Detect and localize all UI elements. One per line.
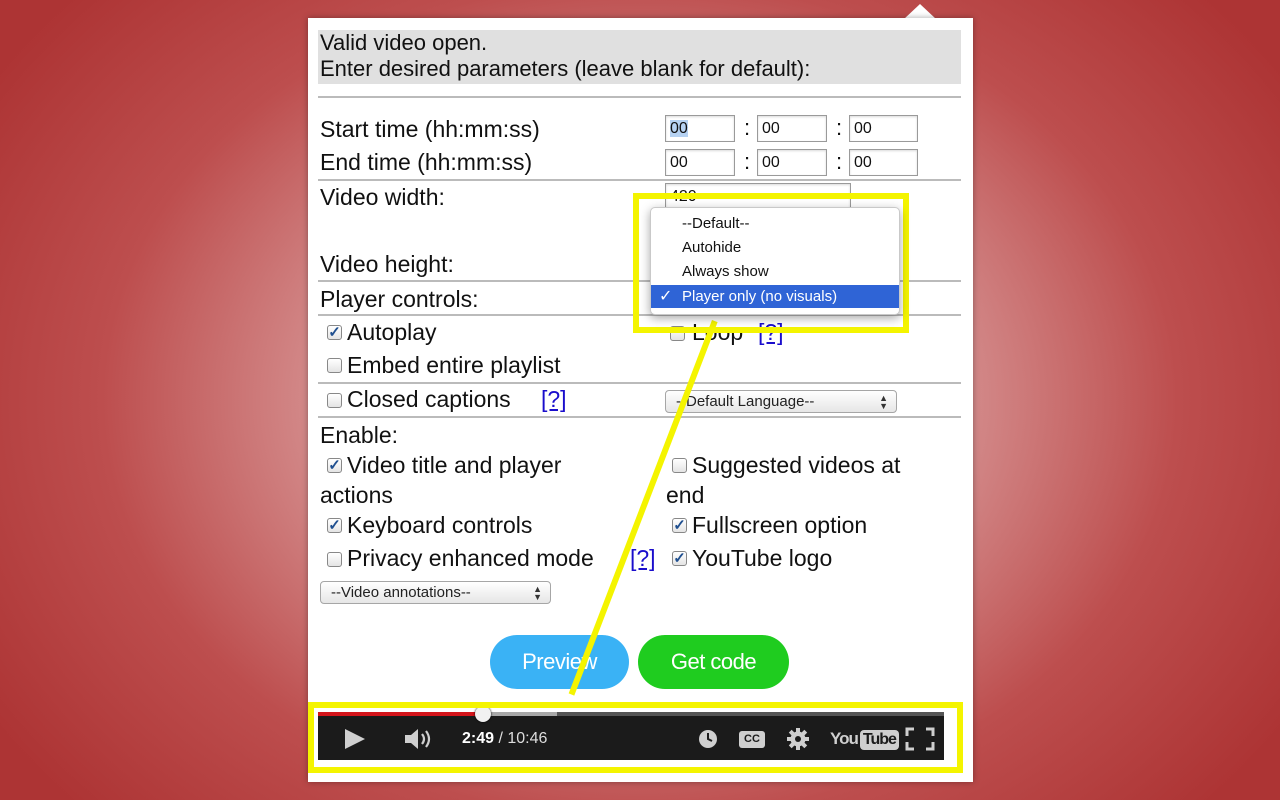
- keyboard-label: Keyboard controls: [347, 512, 533, 538]
- chevron-updown-icon: ▲ ▼: [879, 393, 888, 411]
- logo-label: YouTube logo: [692, 545, 833, 571]
- playlist-label: Embed entire playlist: [347, 352, 561, 378]
- annotations-select-value: --Video annotations--: [331, 584, 471, 601]
- captions-checkbox[interactable]: [327, 393, 342, 408]
- divider: [318, 382, 961, 384]
- checkmark-icon: ✓: [673, 550, 686, 567]
- enable-label: Enable:: [320, 422, 399, 448]
- dropdown-option-default[interactable]: --Default--: [651, 212, 899, 235]
- language-select[interactable]: --Default Language-- ▲ ▼: [665, 390, 897, 413]
- end-minutes-input[interactable]: 00: [757, 149, 827, 176]
- divider: [318, 416, 961, 418]
- captions-label: Closed captions: [347, 386, 511, 412]
- popup-arrow: [904, 4, 936, 19]
- video-width-label: Video width:: [320, 184, 445, 210]
- end-time-label: End time (hh:mm:ss): [320, 149, 533, 175]
- privacy-label: Privacy enhanced mode: [347, 545, 594, 571]
- captions-help-link[interactable]: [?]: [541, 386, 567, 413]
- preview-button[interactable]: Preview: [490, 635, 629, 689]
- suggested-label: Suggested videos at: [692, 452, 901, 478]
- colon: :: [744, 149, 751, 174]
- player-controls-dropdown: --Default-- Autohide Always show ✓ Playe…: [650, 207, 900, 315]
- instruction-line: Enter desired parameters (leave blank fo…: [320, 56, 811, 81]
- video-height-label: Video height:: [320, 251, 454, 277]
- start-hours-input[interactable]: 00: [665, 115, 735, 142]
- status-line: Valid video open.: [320, 30, 488, 55]
- checkmark-icon: ✓: [659, 288, 673, 305]
- colon: :: [744, 115, 751, 140]
- language-select-value: --Default Language--: [676, 393, 815, 410]
- start-seconds-input[interactable]: 00: [849, 115, 918, 142]
- start-minutes-input[interactable]: 00: [757, 115, 827, 142]
- privacy-help-link[interactable]: [?]: [630, 545, 656, 572]
- checkmark-icon: ✓: [328, 324, 341, 341]
- start-time-label: Start time (hh:mm:ss): [320, 116, 540, 142]
- divider: [318, 96, 961, 98]
- chevron-updown-icon: ▲ ▼: [533, 584, 542, 602]
- checkmark-icon: ✓: [328, 457, 341, 474]
- player-controls-label: Player controls:: [320, 286, 479, 312]
- get-code-button[interactable]: Get code: [638, 635, 789, 689]
- annotations-select[interactable]: --Video annotations-- ▲ ▼: [320, 581, 551, 604]
- playlist-checkbox[interactable]: [327, 358, 342, 373]
- colon: :: [836, 149, 843, 174]
- fullscreen-checkbox[interactable]: ✓: [672, 518, 687, 533]
- privacy-checkbox[interactable]: [327, 552, 342, 567]
- autoplay-checkbox[interactable]: ✓: [327, 325, 342, 340]
- end-hours-input[interactable]: 00: [665, 149, 735, 176]
- dropdown-option-label: Player only (no visuals): [682, 288, 838, 305]
- checkmark-icon: ✓: [673, 517, 686, 534]
- start-hours-value: 00: [670, 120, 688, 137]
- autoplay-label: Autoplay: [347, 319, 437, 345]
- title-actions-label-cont: actions: [320, 482, 393, 508]
- status-header: Valid video open. Enter desired paramete…: [318, 30, 961, 84]
- dropdown-option-autohide[interactable]: Autohide: [651, 236, 899, 259]
- fullscreen-label: Fullscreen option: [692, 512, 868, 538]
- colon: :: [836, 115, 843, 140]
- divider: [318, 179, 961, 181]
- title-actions-checkbox[interactable]: ✓: [327, 458, 342, 473]
- suggested-checkbox[interactable]: [672, 458, 687, 473]
- keyboard-checkbox[interactable]: ✓: [327, 518, 342, 533]
- title-actions-label: Video title and player: [347, 452, 562, 478]
- dropdown-option-player-only[interactable]: ✓ Player only (no visuals): [651, 285, 899, 308]
- checkmark-icon: ✓: [328, 517, 341, 534]
- suggested-label-cont: end: [666, 482, 705, 508]
- player-highlight-box: [308, 702, 963, 773]
- dropdown-option-always-show[interactable]: Always show: [651, 260, 899, 283]
- end-seconds-input[interactable]: 00: [849, 149, 918, 176]
- logo-checkbox[interactable]: ✓: [672, 551, 687, 566]
